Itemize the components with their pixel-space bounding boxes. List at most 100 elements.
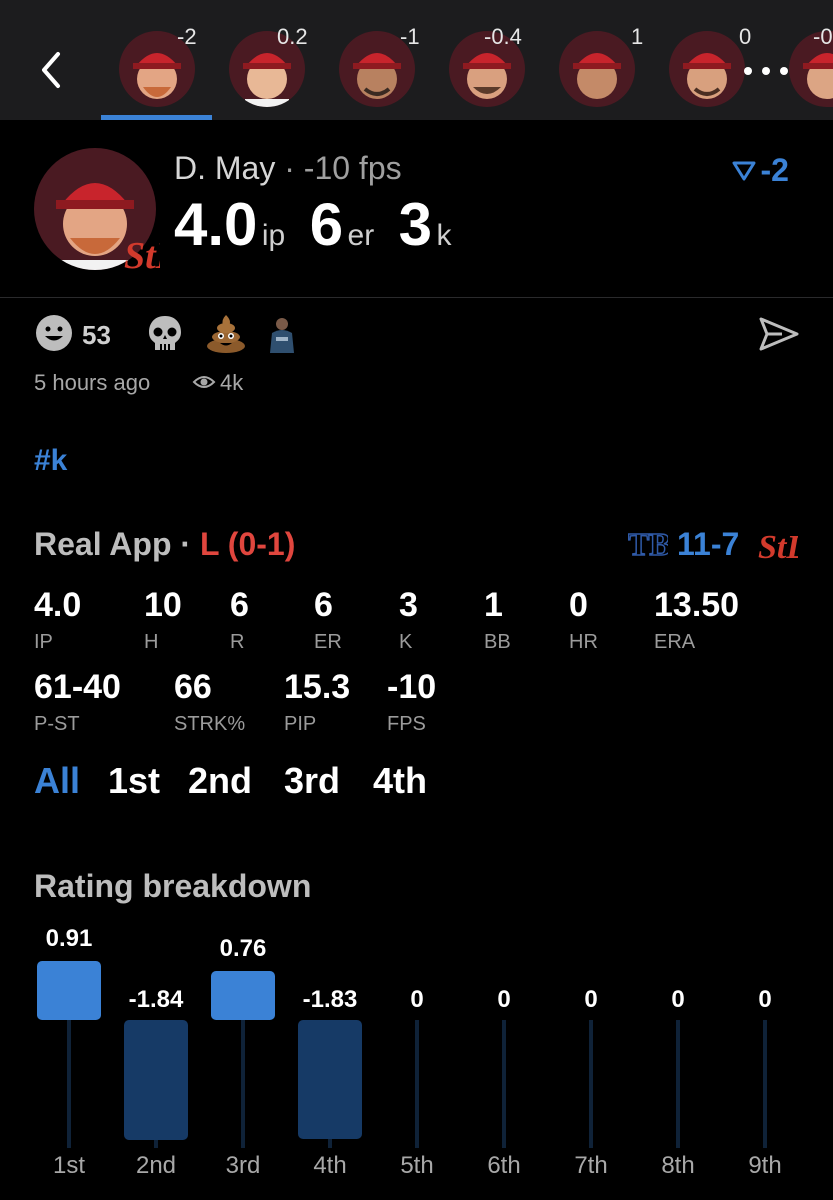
stat-bb-label: BB: [484, 631, 511, 653]
reaction-smile[interactable]: [34, 313, 74, 358]
player-avatar-5[interactable]: [559, 31, 635, 107]
rays-logo: TB: [627, 523, 671, 568]
stat-h-value: 10: [144, 586, 182, 624]
stat-k-value: 3: [399, 586, 418, 624]
player-delta-2: 0.2: [277, 24, 308, 49]
hashtag-link[interactable]: #k: [34, 444, 67, 478]
more-options-button[interactable]: [742, 56, 792, 86]
stat-k-label: K: [399, 631, 413, 653]
tab-3rd[interactable]: 3rd: [284, 760, 340, 802]
bar-track: [241, 1020, 245, 1148]
stat-pst-value: 61-40: [34, 668, 121, 706]
bar-4th: [298, 1020, 362, 1139]
separator-dot: ·: [180, 526, 192, 562]
er-value: 6: [309, 191, 344, 258]
stat-h-label: H: [144, 631, 159, 653]
stat-strk-label: STRK%: [174, 713, 246, 735]
game-score[interactable]: 11-7: [677, 526, 739, 563]
player-name-line: D. May · -10 fps: [174, 150, 402, 187]
bar-track: [415, 1020, 419, 1148]
player-delta-6: 0: [739, 24, 752, 49]
k-value: 3: [398, 191, 433, 258]
x-axis-label: 8th: [661, 1152, 695, 1179]
stat-ip-label: IP: [34, 631, 53, 653]
ip-unit: ip: [261, 219, 286, 252]
stat-hr-label: HR: [569, 631, 598, 653]
poop-icon: [207, 315, 245, 353]
player-fps: · -10 fps: [284, 150, 402, 186]
stat-r-label: R: [230, 631, 245, 653]
svg-text:StL: StL: [124, 235, 160, 276]
player-delta-5: 1: [631, 24, 644, 49]
x-axis-label: 2nd: [135, 1152, 177, 1179]
k-unit: k: [436, 219, 452, 252]
stat-er-value: 6: [314, 586, 333, 624]
player-delta-4: -0.4: [484, 24, 522, 49]
player-reaction-icon: [270, 318, 294, 353]
stat-r-value: 6: [230, 586, 249, 624]
reaction-player-gif[interactable]: [262, 315, 302, 358]
score-home: 7: [721, 526, 740, 562]
vote-widget[interactable]: -2: [732, 152, 789, 189]
stat-er-label: ER: [314, 631, 342, 653]
reaction-skull[interactable]: [145, 313, 185, 358]
x-axis-label: 4th: [313, 1152, 347, 1179]
bar-value-label: 0.91: [45, 924, 93, 952]
bar-2nd: [124, 1020, 188, 1140]
player-delta-3: -1: [400, 24, 420, 49]
bar-track: [589, 1020, 593, 1148]
player-avatar-6[interactable]: [669, 31, 745, 107]
stat-strk-value: 66: [174, 668, 212, 706]
rating-chart: 0.91 1st -1.84 2nd 0.76 3rd -1.83 4th 0 5th 0 6th 0 7…: [0, 920, 833, 1200]
stat-bb-value: 1: [484, 586, 503, 624]
x-axis-label: 1st: [52, 1152, 85, 1179]
bar-track: [676, 1020, 680, 1148]
views-icon: [192, 373, 216, 396]
score-away: 11: [677, 526, 711, 562]
tab-1st[interactable]: 1st: [108, 760, 160, 802]
svg-text:TB: TB: [628, 526, 668, 562]
player-name: D. May: [174, 150, 276, 186]
send-icon: [759, 317, 799, 351]
stat-fps-label: FPS: [387, 713, 426, 735]
bar-1st: [37, 960, 101, 1020]
score-dash: -: [710, 526, 722, 562]
reaction-poop[interactable]: [205, 313, 247, 358]
stat-ip-value: 4.0: [34, 586, 82, 624]
x-axis-label: 3rd: [225, 1152, 261, 1179]
reaction-count: 53: [82, 320, 111, 350]
bar-value-label: 0: [410, 986, 424, 1013]
tab-all[interactable]: All: [34, 760, 80, 802]
cardinals-logo: StL: [120, 232, 179, 281]
view-count: 4k: [220, 370, 244, 395]
bar-value-label: 0.76: [219, 934, 267, 962]
bar-value-label: 0: [758, 986, 772, 1013]
back-button[interactable]: [34, 48, 74, 92]
bar-track: [67, 1020, 71, 1148]
stat-pip-value: 15.3: [284, 668, 351, 706]
stat-fps-value: -10: [387, 668, 437, 706]
bar-value-label: 0: [671, 986, 685, 1013]
stat-pip-label: PIP: [284, 713, 317, 735]
app-name: Real App: [34, 526, 172, 562]
bar-value-label: 0: [584, 986, 598, 1013]
stat-era-value: 13.50: [654, 586, 740, 624]
stat-hr-value: 0: [569, 586, 588, 624]
smile-icon: [36, 315, 72, 351]
vote-value: -2: [760, 152, 789, 188]
cardinals-team-logo: StL: [758, 522, 807, 571]
chevron-left-icon: [42, 52, 60, 88]
x-axis-label: 6th: [487, 1152, 521, 1179]
downvote-icon: [732, 161, 756, 180]
section-divider: [0, 297, 833, 298]
tab-2nd[interactable]: 2nd: [188, 760, 252, 802]
stat-pst-label: P-ST: [34, 713, 80, 735]
share-button[interactable]: [758, 316, 800, 357]
bar-value-label: -1.83: [302, 986, 358, 1013]
game-result-line: Real App · L (0-1): [34, 526, 295, 563]
bar-value-label: -1.84: [128, 986, 184, 1013]
er-unit: er: [347, 219, 375, 252]
stat-era-label: ERA: [654, 631, 696, 653]
tab-4th[interactable]: 4th: [373, 760, 427, 802]
chart-title: Rating breakdown: [34, 868, 312, 904]
